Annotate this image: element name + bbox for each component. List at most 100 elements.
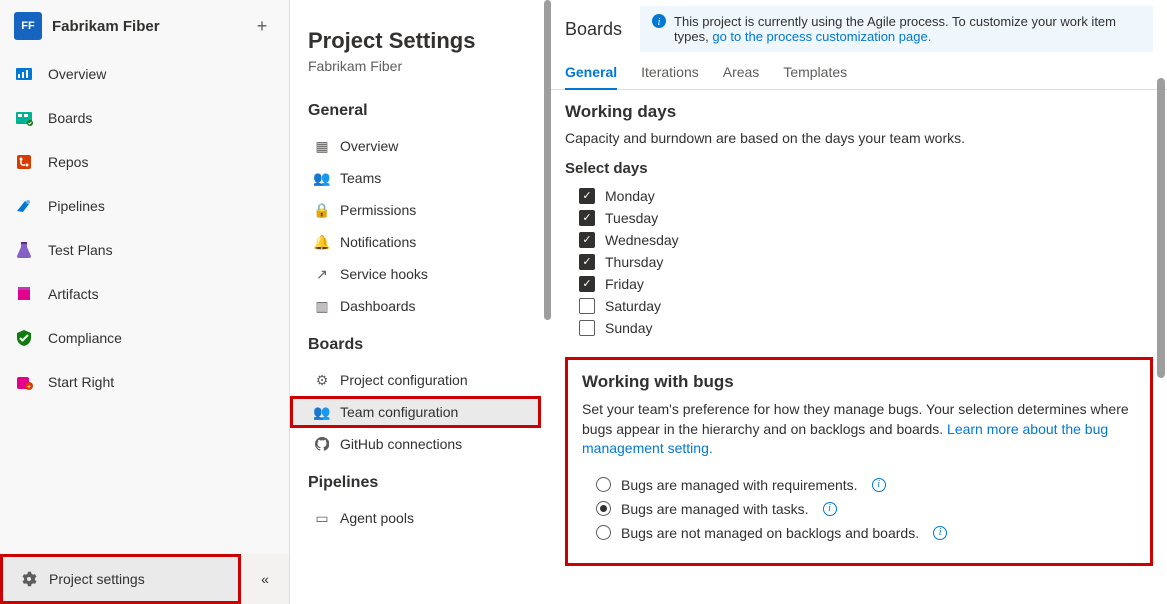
settings-item-permissions[interactable]: 🔒Permissions — [308, 194, 541, 226]
project-settings-button[interactable]: Project settings — [0, 554, 241, 604]
overview-icon — [14, 64, 34, 84]
repos-icon — [14, 152, 34, 172]
project-settings-label: Project settings — [49, 571, 145, 587]
left-sidebar: FF Fabrikam Fiber + Overview Boards Repos P… — [0, 0, 290, 604]
day-row-wednesday: Wednesday — [565, 229, 1153, 251]
settings-group-title: Boards — [308, 336, 541, 354]
settings-item-github-connections[interactable]: GitHub connections — [308, 428, 541, 460]
nav-label: Start Right — [48, 374, 114, 390]
bug-option-label: Bugs are managed with tasks. — [621, 501, 809, 517]
select-days-label: Select days — [565, 160, 1153, 177]
info-icon[interactable] — [823, 502, 837, 516]
settings-item-label: Service hooks — [340, 266, 428, 282]
info-icon: i — [652, 14, 666, 44]
settings-title: Project Settings — [308, 28, 541, 54]
day-label: Saturday — [605, 298, 661, 314]
tab-templates[interactable]: Templates — [783, 64, 847, 89]
banner-link[interactable]: go to the process customization page. — [712, 29, 931, 44]
dashboards-icon: ▥ — [314, 298, 330, 314]
nav-test-plans[interactable]: Test Plans — [0, 228, 289, 272]
nav-label: Artifacts — [48, 286, 99, 302]
gear-icon — [21, 571, 37, 587]
project-header: FF Fabrikam Fiber + — [0, 0, 289, 52]
nav-start-right[interactable]: +Start Right — [0, 360, 289, 404]
day-label: Monday — [605, 188, 655, 204]
settings-item-teams[interactable]: 👥Teams — [308, 162, 541, 194]
day-label: Friday — [605, 276, 644, 292]
project-name[interactable]: Fabrikam Fiber — [52, 18, 239, 35]
settings-group-title: General — [308, 102, 541, 120]
bug-option-1: Bugs are managed with tasks. — [582, 497, 1136, 521]
nav-boards[interactable]: Boards — [0, 96, 289, 140]
checkbox-thursday[interactable] — [579, 254, 595, 270]
checkbox-friday[interactable] — [579, 276, 595, 292]
svg-text:i: i — [658, 17, 661, 28]
notifications-icon: 🔔 — [314, 234, 330, 250]
checkbox-wednesday[interactable] — [579, 232, 595, 248]
settings-item-team-configuration[interactable]: 👥 Team configuration — [290, 396, 541, 428]
settings-item-overview[interactable]: ▦Overview — [308, 130, 541, 162]
settings-item-label: Notifications — [340, 234, 416, 250]
info-icon[interactable] — [933, 526, 947, 540]
compliance-icon — [14, 328, 34, 348]
project-tile: FF — [14, 12, 42, 40]
tab-bar: General Iterations Areas Templates — [551, 52, 1167, 90]
agentpools-icon: ▭ — [314, 510, 330, 526]
settings-subtitle: Fabrikam Fiber — [308, 58, 541, 74]
teams-icon: 👥 — [314, 170, 330, 186]
settings-item-agent-pools[interactable]: ▭ Agent pools — [308, 502, 541, 534]
github-icon — [314, 436, 330, 452]
content-title: Boards — [565, 19, 622, 40]
nav-repos[interactable]: Repos — [0, 140, 289, 184]
settings-item-label: Project configuration — [340, 372, 468, 388]
nav-compliance[interactable]: Compliance — [0, 316, 289, 360]
radio-bug-option-0[interactable] — [596, 477, 611, 492]
teamconfig-icon: 👥 — [314, 404, 330, 420]
day-label: Wednesday — [605, 232, 679, 248]
testplans-icon — [14, 240, 34, 260]
settings-item-label: Agent pools — [340, 510, 414, 526]
working-days-desc: Capacity and burndown are based on the d… — [565, 130, 1153, 146]
tab-iterations[interactable]: Iterations — [641, 64, 699, 89]
collapse-sidebar-button[interactable]: « — [241, 554, 289, 604]
add-button[interactable]: + — [249, 13, 275, 39]
nav-overview[interactable]: Overview — [0, 52, 289, 96]
settings-item-notifications[interactable]: 🔔 Notifications — [308, 226, 541, 258]
tab-general[interactable]: General — [565, 64, 617, 90]
nav-label: Overview — [48, 66, 106, 82]
settings-group-title: Pipelines — [308, 474, 541, 492]
permissions-icon: 🔒 — [314, 202, 330, 218]
settings-item-project-configuration[interactable]: ⚙ Project configuration — [308, 364, 541, 396]
tab-areas[interactable]: Areas — [723, 64, 760, 89]
day-row-friday: Friday — [565, 273, 1153, 295]
checkbox-tuesday[interactable] — [579, 210, 595, 226]
nav-label: Repos — [48, 154, 88, 170]
nav-pipelines[interactable]: Pipelines — [0, 184, 289, 228]
bug-option-2: Bugs are not managed on backlogs and boa… — [582, 521, 1136, 545]
bug-option-label: Bugs are not managed on backlogs and boa… — [621, 525, 919, 541]
settings-item-label: Team configuration — [340, 404, 458, 420]
artifacts-icon — [14, 284, 34, 304]
bugs-section: Working with bugs Set your team's prefer… — [565, 357, 1153, 566]
overview-sm-icon: ▦ — [314, 138, 330, 154]
day-label: Thursday — [605, 254, 663, 270]
servicehooks-icon: ↗ — [314, 266, 330, 282]
settings-item-dashboards[interactable]: ▥Dashboards — [308, 290, 541, 322]
checkbox-sunday[interactable] — [579, 320, 595, 336]
content-area: Boards i This project is currently using… — [551, 0, 1167, 604]
settings-panel: Project Settings Fabrikam Fiber General ▦… — [290, 0, 551, 604]
settings-item-service-hooks[interactable]: ↗ Service hooks — [308, 258, 541, 290]
day-row-tuesday: Tuesday — [565, 207, 1153, 229]
bug-option-label: Bugs are managed with requirements. — [621, 477, 858, 493]
radio-bug-option-2[interactable] — [596, 525, 611, 540]
settings-item-label: GitHub connections — [340, 436, 462, 452]
day-label: Sunday — [605, 320, 652, 336]
projectconfig-icon: ⚙ — [314, 372, 330, 388]
nav-label: Compliance — [48, 330, 122, 346]
info-icon[interactable] — [872, 478, 886, 492]
day-label: Tuesday — [605, 210, 658, 226]
checkbox-monday[interactable] — [579, 188, 595, 204]
radio-bug-option-1[interactable] — [596, 501, 611, 516]
nav-artifacts[interactable]: Artifacts — [0, 272, 289, 316]
checkbox-saturday[interactable] — [579, 298, 595, 314]
